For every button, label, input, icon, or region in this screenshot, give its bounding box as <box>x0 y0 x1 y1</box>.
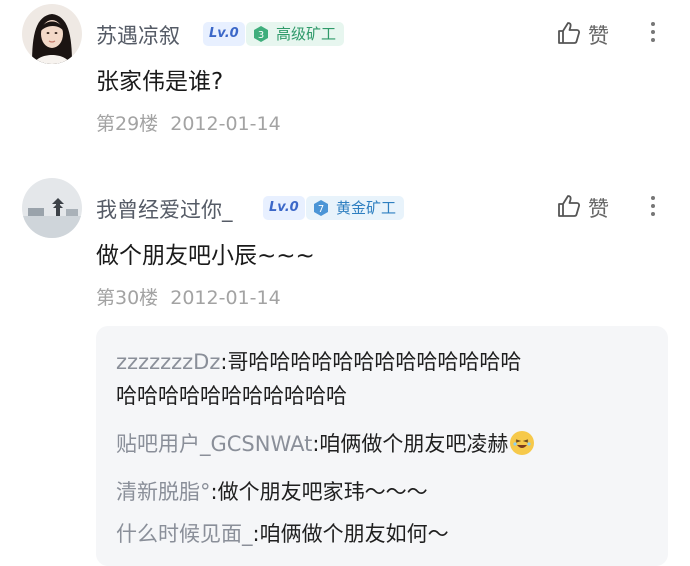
reply-item[interactable]: 贴吧用户_GCSNWAt:咱俩做个朋友吧凌赫 <box>116 428 535 458</box>
like-button[interactable]: 赞 <box>556 191 618 221</box>
like-button[interactable]: 赞 <box>556 18 618 48</box>
floor-number: 第30楼 <box>96 287 159 309</box>
reply-author[interactable]: 清新脱脂° <box>116 480 211 504</box>
laughing-face-icon <box>510 431 535 455</box>
reply-item[interactable]: 清新脱脂°:做个朋友吧家玮～～～ <box>116 476 428 506</box>
level-badge: Lv.0 <box>263 196 305 220</box>
reply-text: 咱俩做个朋友如何～ <box>259 522 449 546</box>
more-options-icon[interactable] <box>648 192 658 222</box>
avatar[interactable] <box>22 4 82 64</box>
reply-text: 咱俩做个朋友吧凌赫 <box>319 432 509 456</box>
more-options-icon[interactable] <box>648 18 658 48</box>
sub-replies-panel: zzzzzzzDz:哥哈哈哈哈哈哈哈哈哈哈哈哈哈 哈哈哈哈哈哈哈哈哈哈哈 贴吧用… <box>96 326 668 566</box>
post-content: 张家伟是谁? <box>96 69 224 95</box>
avatar[interactable] <box>22 178 82 238</box>
rank-badge: 3 高级矿工 <box>246 22 345 46</box>
reply-item[interactable]: zzzzzzzDz:哥哈哈哈哈哈哈哈哈哈哈哈哈哈 <box>116 346 521 376</box>
reply-item[interactable]: 什么时候见面_:咱俩做个朋友如何～ <box>116 518 449 548</box>
reply-author[interactable]: 什么时候见面_ <box>116 522 253 546</box>
post-meta: 第30楼 2012-01-14 <box>96 283 281 310</box>
reply-text: 哈哈哈哈哈哈哈哈哈哈哈 <box>116 384 347 408</box>
diamond-badge-icon: 7 <box>314 200 328 216</box>
reply-separator: : <box>252 522 260 546</box>
reply-separator: : <box>210 480 218 504</box>
reply-item-continued: 哈哈哈哈哈哈哈哈哈哈哈 <box>116 380 347 410</box>
username[interactable]: 苏遇凉叙 <box>96 20 180 50</box>
floor-number: 第29楼 <box>96 113 159 135</box>
like-label: 赞 <box>588 24 609 48</box>
reply-text: 做个朋友吧家玮～～～ <box>217 480 428 504</box>
reply-author[interactable]: zzzzzzzDz <box>116 350 220 374</box>
rank-badge: 7 黄金矿工 <box>306 196 405 220</box>
level-badge: Lv.0 <box>203 22 245 46</box>
rank-title: 黄金矿工 <box>336 199 397 217</box>
reply-text: 哥哈哈哈哈哈哈哈哈哈哈哈哈哈 <box>227 350 522 374</box>
post-date: 2012-01-14 <box>170 113 281 135</box>
post-content: 做个朋友吧小辰~~~ <box>96 243 315 269</box>
reply-author[interactable]: 贴吧用户_GCSNWAt <box>116 432 312 456</box>
thumbs-up-icon <box>558 22 581 44</box>
rank-title: 高级矿工 <box>276 25 337 43</box>
thumbs-up-icon <box>558 195 581 217</box>
post-meta: 第29楼 2012-01-14 <box>96 109 281 136</box>
post-date: 2012-01-14 <box>170 287 281 309</box>
hexagon-badge-icon: 3 <box>254 26 268 42</box>
like-label: 赞 <box>588 197 609 221</box>
username[interactable]: 我曾经爱过你_ <box>96 194 233 224</box>
rank-number: 3 <box>258 30 264 41</box>
rank-number: 7 <box>318 204 324 215</box>
